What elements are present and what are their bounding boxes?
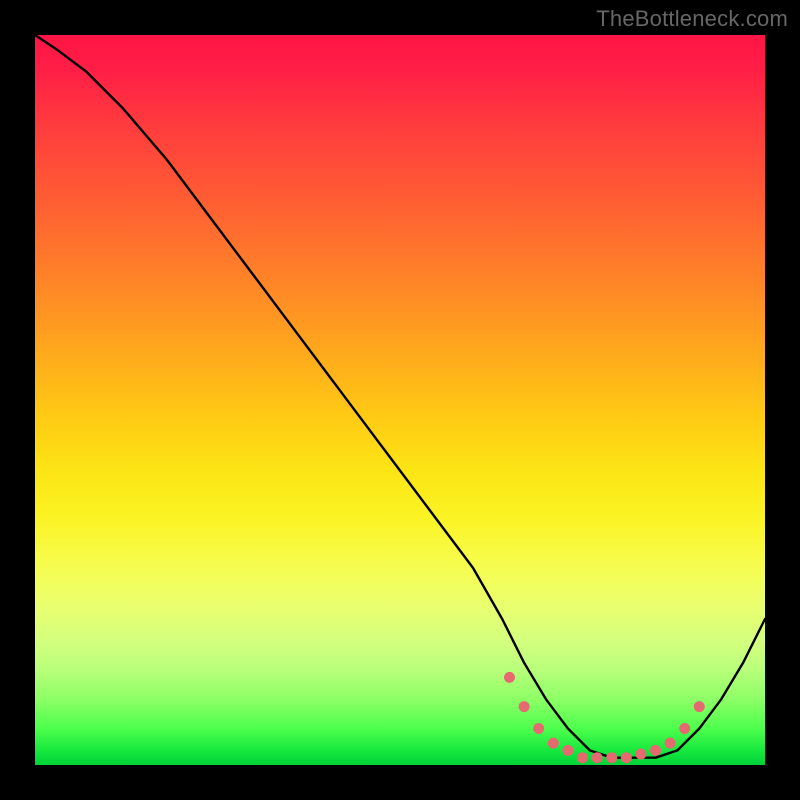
marker-point [694, 701, 705, 712]
marker-point [621, 752, 632, 763]
bottleneck-curve [35, 35, 765, 758]
marker-point [592, 752, 603, 763]
curve-overlay [35, 35, 765, 765]
marker-point [650, 745, 661, 756]
marker-point [548, 738, 559, 749]
chart-frame: TheBottleneck.com [0, 0, 800, 800]
marker-point [679, 723, 690, 734]
marker-point [562, 745, 573, 756]
marker-point [504, 672, 515, 683]
watermark-text: TheBottleneck.com [596, 6, 788, 32]
plot-area [35, 35, 765, 765]
marker-point [665, 738, 676, 749]
highlight-markers [504, 672, 705, 763]
marker-point [519, 701, 530, 712]
marker-point [577, 752, 588, 763]
marker-point [606, 752, 617, 763]
marker-point [533, 723, 544, 734]
marker-point [635, 749, 646, 760]
